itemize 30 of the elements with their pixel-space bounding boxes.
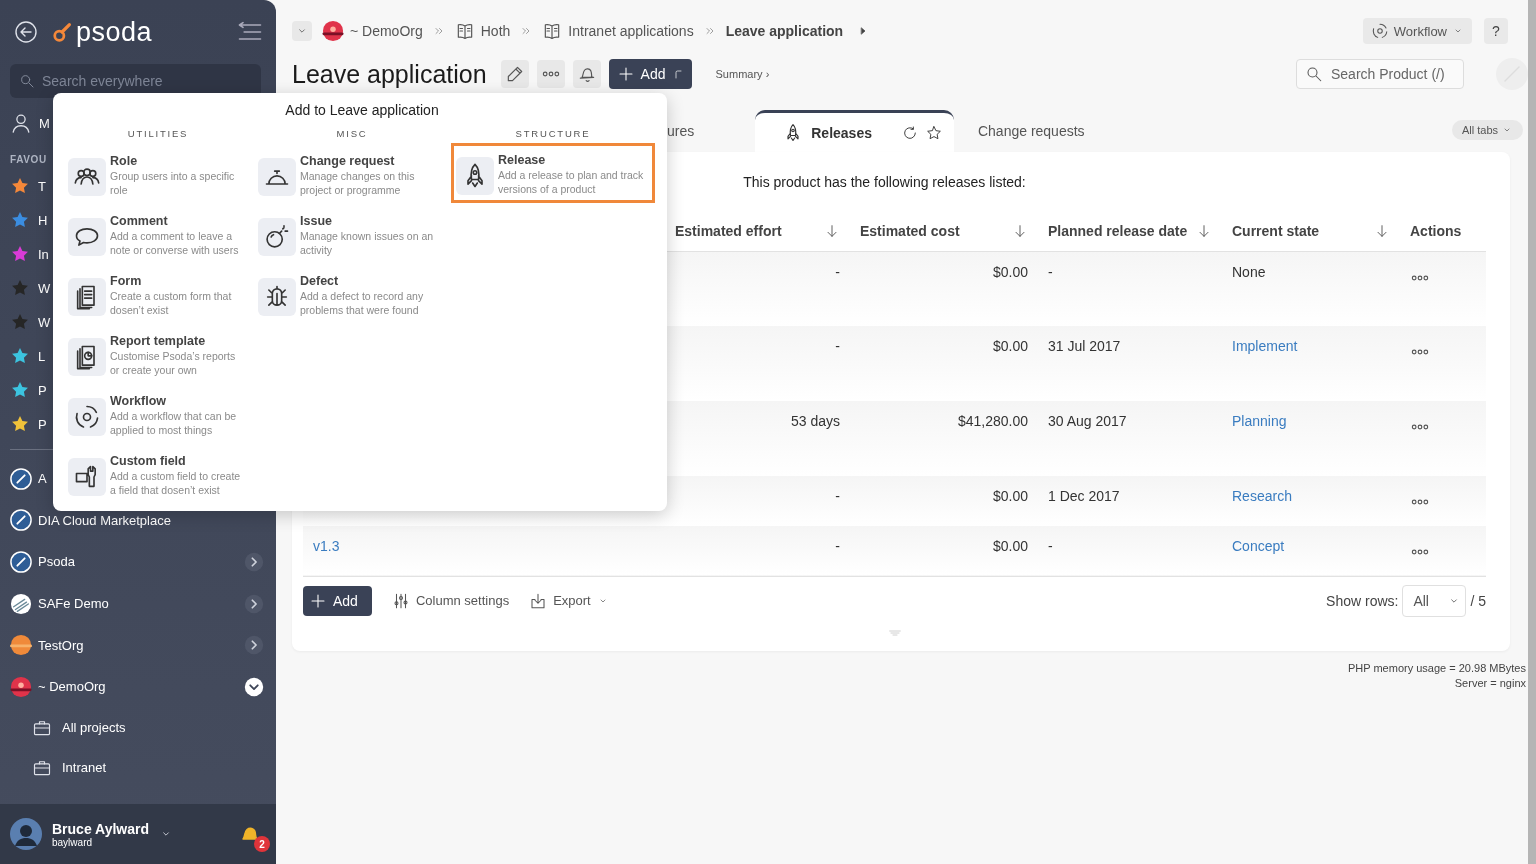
table-cell: - [665, 526, 850, 576]
page-title: Leave application [292, 59, 487, 89]
show-rows-label: Show rows: [1326, 592, 1399, 609]
column-heading: MISC [335, 128, 369, 139]
server-info: Server = nginx [1454, 675, 1526, 691]
table-cell: 1 Dec 2017 [1038, 476, 1222, 526]
section-heading: FAVOU [10, 154, 47, 165]
table-cell: $0.00 [850, 326, 1038, 401]
logo-text: psoda [76, 16, 153, 48]
menu-title: Add to Leave application [284, 102, 440, 118]
user-login: baylward [52, 836, 94, 848]
row-total: / 5 [1470, 592, 1486, 609]
table-cell: - [665, 251, 850, 326]
table-cell: $41,280.00 [850, 401, 1038, 476]
state-text: None [1232, 263, 1266, 280]
table-cell: 31 Jul 2017 [1038, 326, 1222, 401]
table-cell: 53 days [665, 401, 850, 476]
table-cell: - [665, 476, 850, 526]
server-info: PHP memory usage = 20.98 MBytes [1347, 660, 1526, 676]
notification-badge: 2 [254, 836, 270, 852]
table-cell: - [1038, 526, 1222, 576]
table-cell: - [665, 326, 850, 401]
column-heading: STRUCTURE [514, 128, 592, 139]
column-heading: UTILITIES [126, 128, 190, 139]
table-cell: 30 Aug 2017 [1038, 401, 1222, 476]
intro-text: This product has the following releases listed: [743, 174, 1026, 190]
table-cell: $0.00 [850, 251, 1038, 326]
table-cell: $0.00 [850, 476, 1038, 526]
table-cell: - [1038, 251, 1222, 326]
table-cell: $0.00 [850, 526, 1038, 576]
